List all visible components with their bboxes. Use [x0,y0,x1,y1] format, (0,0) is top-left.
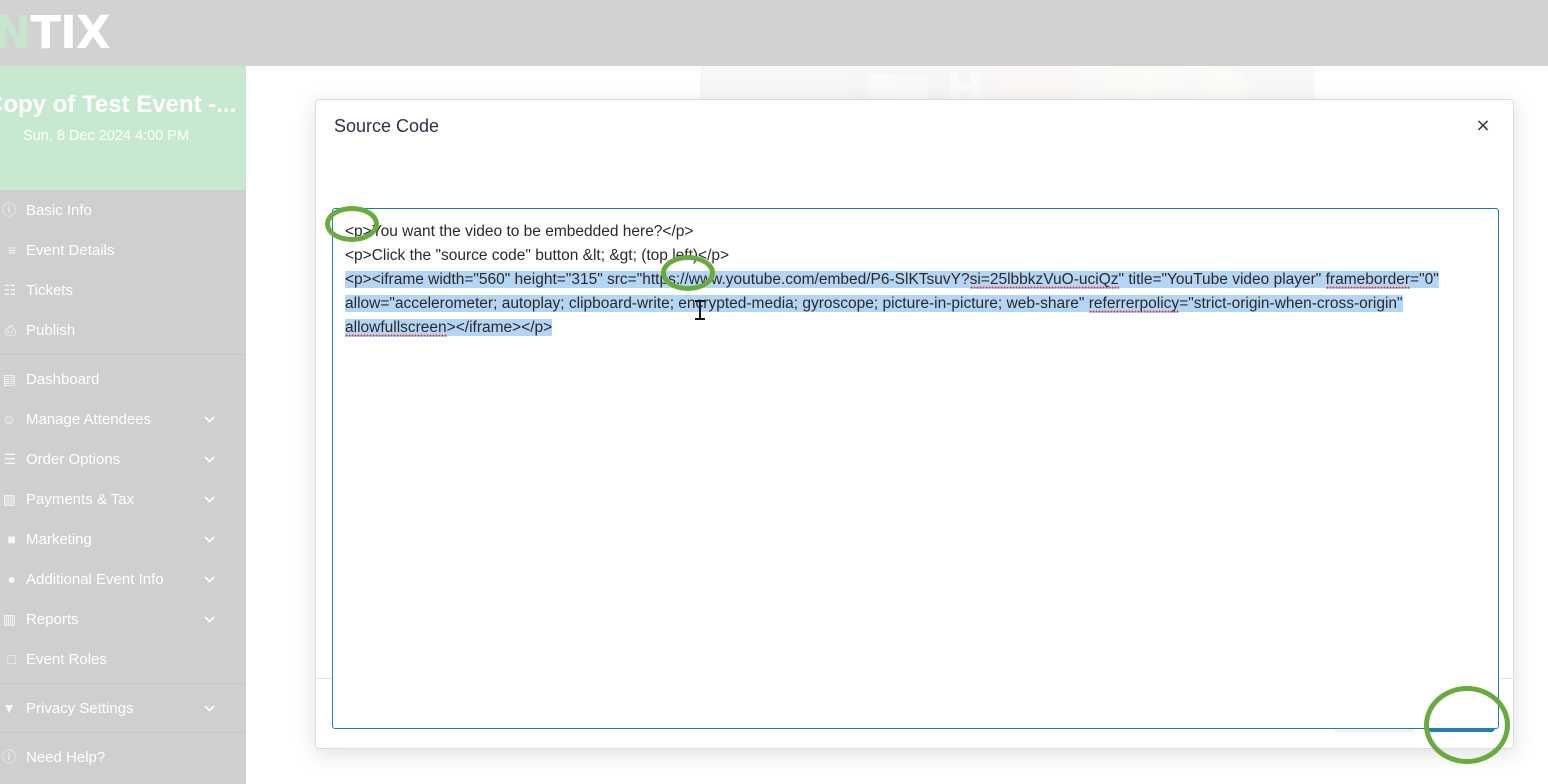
sidebar-item-tickets[interactable]: ☷ Tickets [0,270,246,310]
sidebar-item-event-roles[interactable]: □ Event Roles [0,639,246,679]
dashboard-icon: ▤ [2,370,16,387]
event-date: Sun, 8 Dec 2024 4:00 PM [22,128,190,144]
sidebar-item-label: Additional Event Info [26,570,164,588]
sidebar-item-label: Manage Attendees [26,410,152,428]
sidebar-item-label: Dashboard [26,370,100,388]
plus-circle-icon: ● [7,571,16,587]
selected-iframe-part-d: ="strict-origin-when-cross-origin" [1179,295,1403,312]
event-title: Copy of Test Event -... [0,91,237,118]
sidebar-item-label: Tickets [26,281,73,299]
selected-frameborder-attr: frameborder [1325,271,1411,289]
sidebar-item-label: Publish [26,321,76,339]
report-icon: ▥ [2,610,16,627]
sidebar-item-payments-tax[interactable]: ▧ Payments & Tax [0,479,246,519]
sidebar-item-publish[interactable]: ⎙ Publish [0,310,246,350]
chevron-down-icon[interactable] [203,413,216,426]
chevron-down-icon[interactable] [203,493,216,506]
list-icon: ≡ [7,242,16,258]
source-code-modal: Source Code × <p>You want the video to b… [315,99,1514,749]
app-root: INTIX Copy of Test Event -... Sun, 8 Dec… [0,0,1548,784]
code-line-1: <p>You want the video to be embedded her… [345,223,694,240]
selected-iframe-part-e: ></iframe> [446,319,522,336]
selected-open-p-tag: <p>< [345,271,381,288]
sidebar-divider [0,732,246,733]
sidebar-item-additional-event-info[interactable]: ● Additional Event Info [0,559,246,599]
modal-header: Source Code × [316,100,1513,152]
brand-logo[interactable]: INTIX [0,6,111,59]
payment-card-icon: ▧ [2,490,16,507]
shield-icon: ▼ [2,700,16,716]
sidebar-item-label: Need Help? [26,748,106,766]
source-code-textarea[interactable]: <p>You want the video to be embedded her… [332,208,1499,729]
users-icon: ☺ [1,411,16,427]
sidebar-item-label: Payments & Tax [26,490,135,508]
sidebar-item-event-details[interactable]: ≡ Event Details [0,230,246,270]
selected-referrerpolicy-attr: referrerpolicy [1088,295,1180,313]
ticket-icon: ☷ [3,281,16,298]
chevron-down-icon[interactable] [203,702,216,715]
close-icon[interactable]: × [1470,113,1496,139]
sidebar-item-label: Basic Info [26,201,92,219]
sidebar-item-marketing[interactable]: ■ Marketing [0,519,246,559]
sidebar-item-order-options[interactable]: ☰ Order Options [0,439,246,479]
sidebar-item-basic-info[interactable]: ⓘ Basic Info [0,190,246,230]
chevron-down-icon[interactable] [203,453,216,466]
chevron-down-icon[interactable] [203,533,216,546]
sidebar-item-label: Event Roles [26,650,107,668]
sidebar-item-label: Marketing [26,530,92,548]
sidebar-item-label: Event Details [26,241,115,259]
code-line-3-selected: <p><iframe width="560" height="315" src=… [345,268,1486,340]
sidebar-item-dashboard[interactable]: ▤ Dashboard [0,359,246,399]
sidebar-item-need-help[interactable]: ⓘ Need Help? [0,737,246,777]
help-circle-icon: ⓘ [2,749,16,765]
selected-si-param: si=25lbbkzVuO-uciQz [969,271,1119,289]
left-sidebar: Copy of Test Event -... Sun, 8 Dec 2024 … [0,66,246,784]
selected-close-p-tag: </p> [521,319,553,336]
sidebar-divider [0,683,246,684]
sidebar-nav: ⓘ Basic Info ≡ Event Details ☷ Tickets ⎙ Publis… [0,190,246,777]
chevron-down-icon[interactable] [203,613,216,626]
logo-text-tix: TIX [30,6,110,59]
selected-iframe-part-a: iframe width="560" height="315" src="htt… [380,271,970,288]
logo-text-in: IN [0,6,31,59]
sidebar-divider [0,354,246,355]
sidebar-item-label: Reports [26,610,79,628]
sidebar-item-privacy-settings[interactable]: ▼ Privacy Settings [0,688,246,728]
sidebar-item-manage-attendees[interactable]: ☺ Manage Attendees [0,399,246,439]
selected-iframe-part-b: " title="YouTube video player" [1118,271,1326,288]
chevron-down-icon[interactable] [203,573,216,586]
megaphone-icon: ■ [7,531,16,547]
modal-title: Source Code [334,115,440,136]
sidebar-item-reports[interactable]: ▥ Reports [0,599,246,639]
modal-body: <p>You want the video to be embedded her… [316,152,1513,729]
publish-icon: ⎙ [4,321,16,338]
text-cursor-icon [695,300,705,320]
selected-allowfullscreen-attr: allowfullscreen [345,319,447,337]
info-circle-icon: ⓘ [2,202,16,218]
event-summary-card: Copy of Test Event -... Sun, 8 Dec 2024 … [0,66,246,190]
sidebar-item-label: Order Options [26,450,121,468]
top-header-bar: INTIX [0,0,1548,66]
sidebar-item-label: Privacy Settings [26,699,134,717]
code-line-2: <p>Click the "source code" button &lt; &… [345,247,730,264]
roles-icon: □ [7,651,16,667]
order-icon: ☰ [3,450,16,467]
